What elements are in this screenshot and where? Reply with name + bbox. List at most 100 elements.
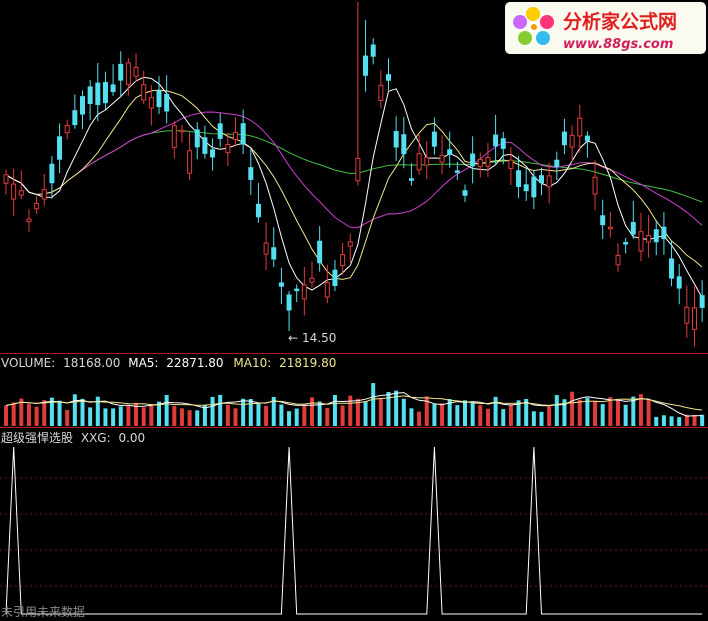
- candle-body: [156, 90, 162, 108]
- volume-bar: [455, 405, 460, 426]
- candle-body: [110, 84, 116, 93]
- volume-bar: [340, 405, 345, 426]
- volume-bar: [669, 416, 674, 426]
- candle-body: [439, 154, 445, 163]
- volume-bar: [440, 403, 445, 426]
- candle-body: [592, 176, 598, 195]
- candle-body: [210, 149, 216, 158]
- volume-bar: [547, 406, 552, 426]
- low-price-label: 14.50: [302, 331, 336, 345]
- volume-bar: [485, 408, 490, 426]
- footer-note: 未引用未来数据: [1, 604, 85, 619]
- candle-body: [301, 284, 307, 300]
- candle-body: [125, 62, 131, 85]
- candle-body: [148, 97, 154, 109]
- volume-bar: [646, 399, 651, 426]
- candle-body: [11, 183, 17, 200]
- volume-bar: [287, 411, 292, 426]
- volume-bar: [600, 404, 605, 426]
- volume-bar: [700, 414, 705, 426]
- volume-bar: [80, 398, 85, 426]
- candle-body: [500, 138, 506, 149]
- candle-body: [179, 129, 185, 133]
- volume-bar: [363, 401, 368, 426]
- candle-body: [653, 229, 659, 243]
- candle-body: [294, 288, 300, 292]
- candle-body: [584, 135, 590, 142]
- volume-bar: [310, 397, 314, 426]
- indicator-name: 超级强悍选股: [1, 430, 73, 445]
- candle-body: [49, 163, 55, 184]
- volume-bar: [378, 398, 383, 426]
- volume-ma10-value: 21819.80: [279, 356, 336, 370]
- volume-bar: [348, 395, 353, 426]
- volume-bar: [218, 394, 223, 426]
- volume-bar: [187, 410, 192, 426]
- candle-body: [470, 153, 476, 167]
- candle-body: [332, 269, 338, 287]
- volume-bar: [401, 398, 406, 426]
- candle-body: [577, 117, 583, 137]
- indicator-var-value: 0.00: [118, 431, 145, 445]
- volume-bar: [279, 404, 284, 426]
- candle-body: [600, 215, 606, 226]
- candle-body: [516, 170, 522, 187]
- volume-bar: [570, 391, 575, 426]
- volume-bar: [179, 408, 184, 426]
- site-logo: 分析家公式网 www.88gs.com: [505, 2, 706, 54]
- candle-body: [324, 282, 330, 298]
- volume-bar: [149, 404, 154, 426]
- candle-body: [187, 150, 193, 174]
- volume-legend: VOLUME: 18168.00 MA5: 22871.80 MA10: 218…: [1, 356, 336, 370]
- candle-body: [676, 276, 682, 289]
- candle-body: [363, 55, 369, 76]
- candle-body: [340, 254, 346, 266]
- candle-body: [554, 159, 560, 167]
- candle-body: [164, 93, 170, 112]
- candle-body: [638, 231, 644, 252]
- candle-body: [286, 294, 292, 311]
- candle-body: [225, 144, 231, 154]
- candle-body: [493, 134, 499, 147]
- volume-bar: [677, 417, 682, 426]
- volume-bar: [623, 404, 628, 426]
- candle-body: [424, 156, 430, 166]
- volume-bar: [539, 411, 544, 426]
- volume-bar: [302, 404, 307, 426]
- volume-bar: [225, 404, 230, 426]
- candle-body: [26, 218, 32, 223]
- candle-body: [416, 153, 422, 171]
- volume-bar: [432, 404, 437, 426]
- volume-bar: [11, 402, 16, 426]
- candle-body: [378, 84, 384, 101]
- candle-body: [194, 129, 200, 148]
- volume-bar: [233, 408, 238, 426]
- candle-body: [133, 66, 139, 77]
- volume-bar: [332, 394, 337, 426]
- volume-bar: [409, 408, 414, 426]
- volume-ma5-value: 22871.80: [166, 356, 223, 370]
- candle-body: [561, 131, 567, 146]
- candle-body: [347, 241, 353, 247]
- candle-body: [57, 136, 63, 160]
- candle-body: [309, 277, 315, 283]
- volume-bar: [4, 405, 8, 426]
- volume-bar: [463, 400, 467, 426]
- candle-body: [141, 84, 147, 101]
- volume-label-value: 18168.00: [63, 356, 120, 370]
- candle-body: [408, 178, 414, 181]
- candle-body: [87, 86, 93, 104]
- volume-bar: [248, 398, 253, 426]
- volume-bar: [654, 416, 659, 426]
- candle-body: [454, 170, 460, 173]
- volume-ma5-name: MA5:: [128, 356, 158, 370]
- candle-body: [171, 125, 177, 148]
- candle-body: [692, 307, 697, 330]
- indicator-legend: 超级强悍选股 XXG: 0.00: [1, 430, 145, 445]
- candle-body: [569, 134, 575, 148]
- candle-body: [317, 240, 323, 264]
- volume-bar: [34, 406, 39, 426]
- candle-body: [72, 110, 78, 126]
- volume-bar: [325, 407, 330, 426]
- candle-body: [646, 235, 652, 243]
